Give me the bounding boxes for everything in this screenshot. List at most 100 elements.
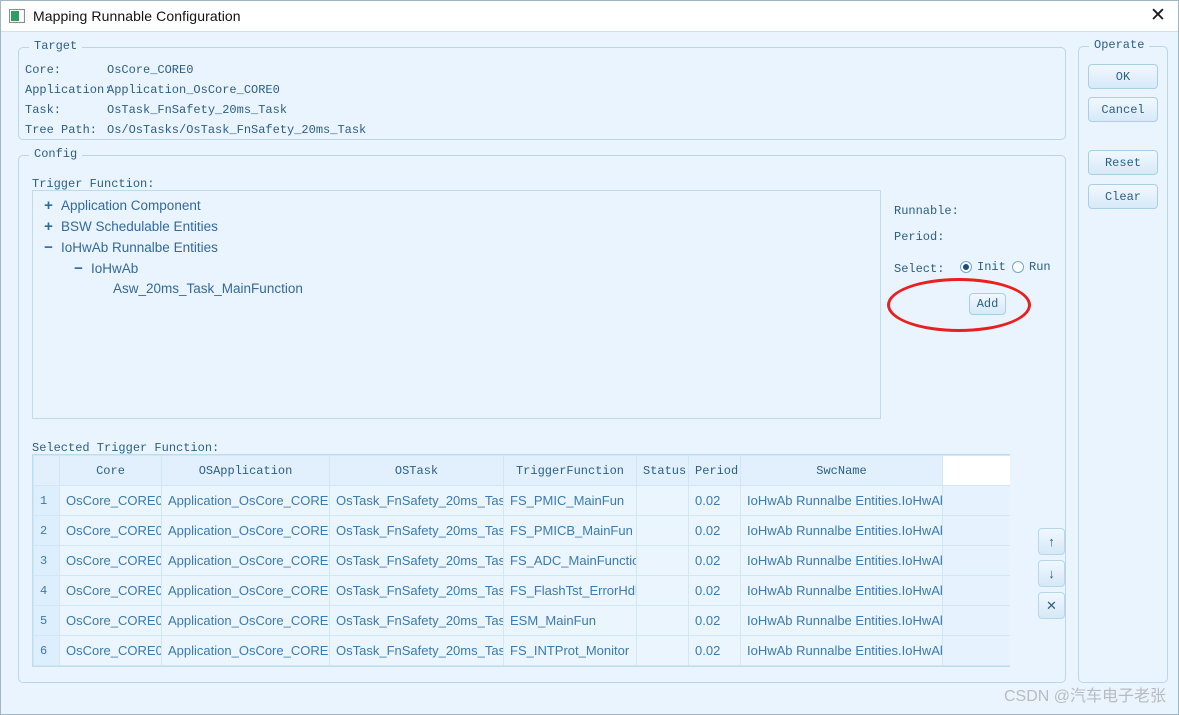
collapse-toggle-icon[interactable]: −	[41, 239, 56, 256]
cell-triggerfunction[interactable]: FS_INTProt_Monitor	[503, 635, 637, 666]
expand-toggle-icon[interactable]: +	[41, 197, 56, 214]
tree-item-asw-20ms-task-mainfunction[interactable]: Asw_20ms_Task_MainFunction	[113, 281, 303, 296]
column-header-osapplication[interactable]: OSApplication	[161, 455, 330, 486]
cell-index[interactable]: 4	[33, 575, 60, 606]
application-label: Application:	[25, 83, 112, 97]
column-header-index[interactable]	[33, 455, 60, 486]
move-up-button[interactable]: ↑	[1038, 528, 1065, 555]
column-header-triggerfunction[interactable]: TriggerFunction	[503, 455, 637, 486]
cell-swcname[interactable]: IoHwAb Runnalbe Entities.IoHwAb	[740, 545, 943, 576]
operate-group: Operate OK Cancel Reset Clear	[1078, 38, 1168, 683]
cell-core[interactable]: OsCore_CORE0	[59, 485, 162, 516]
core-value: OsCore_CORE0	[107, 63, 194, 77]
cell-swcname[interactable]: IoHwAb Runnalbe Entities.IoHwAb	[740, 635, 943, 666]
cell-osapplication[interactable]: Application_OsCore_CORE0	[161, 515, 330, 546]
cell-ostask[interactable]: OsTask_FnSafety_20ms_Task	[329, 575, 504, 606]
column-header-period[interactable]: Period	[688, 455, 741, 486]
cell-status[interactable]	[636, 515, 689, 546]
cell-ostask[interactable]: OsTask_FnSafety_20ms_Task	[329, 635, 504, 666]
radio-run[interactable]: Run	[1012, 260, 1051, 274]
cell-triggerfunction[interactable]: FS_FlashTst_ErrorHdlr	[503, 575, 637, 606]
cell-index[interactable]: 6	[33, 635, 60, 666]
table-row[interactable]: 6 OsCore_CORE0 Application_OsCore_CORE0 OsT…	[33, 635, 1010, 666]
cell-spacer	[942, 575, 1010, 606]
selected-trigger-function-table[interactable]: Core OSApplication OSTask TriggerFunctio…	[32, 454, 1010, 667]
radio-init-icon[interactable]	[960, 261, 972, 273]
cell-index[interactable]: 3	[33, 545, 60, 576]
cell-ostask[interactable]: OsTask_FnSafety_20ms_Task	[329, 605, 504, 636]
tree-item-application-component[interactable]: + Application Component	[41, 197, 201, 214]
column-header-ostask[interactable]: OSTask	[329, 455, 504, 486]
cell-period[interactable]: 0.02	[688, 635, 741, 666]
config-group: Config Trigger Function: + Application C…	[18, 147, 1066, 683]
target-group: Target Core: OsCore_CORE0 Application: A…	[18, 39, 1066, 140]
cell-index[interactable]: 1	[33, 485, 60, 516]
cell-triggerfunction[interactable]: FS_PMICB_MainFun	[503, 515, 637, 546]
add-button[interactable]: Add	[969, 293, 1006, 315]
radio-run-icon[interactable]	[1012, 261, 1024, 273]
cell-osapplication[interactable]: Application_OsCore_CORE0	[161, 485, 330, 516]
cell-swcname[interactable]: IoHwAb Runnalbe Entities.IoHwAb	[740, 485, 943, 516]
trigger-function-tree[interactable]: + Application Component + BSW Schedulabl…	[32, 190, 881, 419]
table-row[interactable]: 3 OsCore_CORE0 Application_OsCore_CORE0 OsT…	[33, 545, 1010, 576]
column-header-status[interactable]: Status	[636, 455, 689, 486]
table-row[interactable]: 4 OsCore_CORE0 Application_OsCore_CORE0 OsT…	[33, 575, 1010, 606]
column-header-swcname[interactable]: SwcName	[740, 455, 943, 486]
cell-core[interactable]: OsCore_CORE0	[59, 515, 162, 546]
table-header-row: Core OSApplication OSTask TriggerFunctio…	[33, 455, 1010, 486]
cell-triggerfunction[interactable]: FS_ADC_MainFunction	[503, 545, 637, 576]
move-down-button[interactable]: ↓	[1038, 560, 1065, 587]
cell-period[interactable]: 0.02	[688, 575, 741, 606]
cell-period[interactable]: 0.02	[688, 605, 741, 636]
tree-path-label: Tree Path:	[25, 123, 98, 137]
cell-ostask[interactable]: OsTask_FnSafety_20ms_Task	[329, 515, 504, 546]
trigger-function-label: Trigger Function:	[32, 177, 155, 191]
cell-swcname[interactable]: IoHwAb Runnalbe Entities.IoHwAb	[740, 605, 943, 636]
table-row[interactable]: 1 OsCore_CORE0 Application_OsCore_CORE0 OsT…	[33, 485, 1010, 516]
column-header-core[interactable]: Core	[59, 455, 162, 486]
cell-status[interactable]	[636, 635, 689, 666]
cell-status[interactable]	[636, 575, 689, 606]
cell-triggerfunction[interactable]: ESM_MainFun	[503, 605, 637, 636]
clear-button[interactable]: Clear	[1088, 184, 1158, 209]
cell-period[interactable]: 0.02	[688, 515, 741, 546]
cell-ostask[interactable]: OsTask_FnSafety_20ms_Task	[329, 485, 504, 516]
tree-item-bsw-schedulable-entities[interactable]: + BSW Schedulable Entities	[41, 218, 218, 235]
cell-status[interactable]	[636, 605, 689, 636]
tree-item-label: IoHwAb	[91, 261, 139, 276]
cell-osapplication[interactable]: Application_OsCore_CORE0	[161, 635, 330, 666]
selected-trigger-function-label: Selected Trigger Function:	[32, 441, 220, 455]
cell-core[interactable]: OsCore_CORE0	[59, 605, 162, 636]
cell-index[interactable]: 2	[33, 515, 60, 546]
cell-period[interactable]: 0.02	[688, 545, 741, 576]
cell-status[interactable]	[636, 545, 689, 576]
cell-osapplication[interactable]: Application_OsCore_CORE0	[161, 605, 330, 636]
cell-swcname[interactable]: IoHwAb Runnalbe Entities.IoHwAb	[740, 575, 943, 606]
table-row[interactable]: 2 OsCore_CORE0 Application_OsCore_CORE0 OsT…	[33, 515, 1010, 546]
cell-index[interactable]: 5	[33, 605, 60, 636]
expand-toggle-icon[interactable]: +	[41, 218, 56, 235]
tree-item-label: Application Component	[61, 198, 201, 213]
reset-button[interactable]: Reset	[1088, 150, 1158, 175]
cell-ostask[interactable]: OsTask_FnSafety_20ms_Task	[329, 545, 504, 576]
radio-init[interactable]: Init	[960, 260, 1006, 274]
cell-osapplication[interactable]: Application_OsCore_CORE0	[161, 575, 330, 606]
tree-item-iohwab[interactable]: − IoHwAb	[71, 260, 138, 277]
cell-swcname[interactable]: IoHwAb Runnalbe Entities.IoHwAb	[740, 515, 943, 546]
cell-triggerfunction[interactable]: FS_PMIC_MainFun	[503, 485, 637, 516]
collapse-toggle-icon[interactable]: −	[71, 260, 86, 277]
cell-core[interactable]: OsCore_CORE0	[59, 545, 162, 576]
remove-button[interactable]: ✕	[1038, 592, 1065, 619]
cell-core[interactable]: OsCore_CORE0	[59, 575, 162, 606]
cell-core[interactable]: OsCore_CORE0	[59, 635, 162, 666]
radio-run-label: Run	[1029, 260, 1051, 274]
cancel-button[interactable]: Cancel	[1088, 97, 1158, 122]
table-row[interactable]: 5 OsCore_CORE0 Application_OsCore_CORE0 OsT…	[33, 605, 1010, 636]
cell-status[interactable]	[636, 485, 689, 516]
cell-period[interactable]: 0.02	[688, 485, 741, 516]
ok-button[interactable]: OK	[1088, 64, 1158, 89]
cell-osapplication[interactable]: Application_OsCore_CORE0	[161, 545, 330, 576]
tree-item-iohwab-runnable-entities[interactable]: − IoHwAb Runnalbe Entities	[41, 239, 218, 256]
close-icon[interactable]: ✕	[1136, 1, 1178, 30]
title-bar: Mapping Runnable Configuration ✕	[1, 1, 1178, 32]
